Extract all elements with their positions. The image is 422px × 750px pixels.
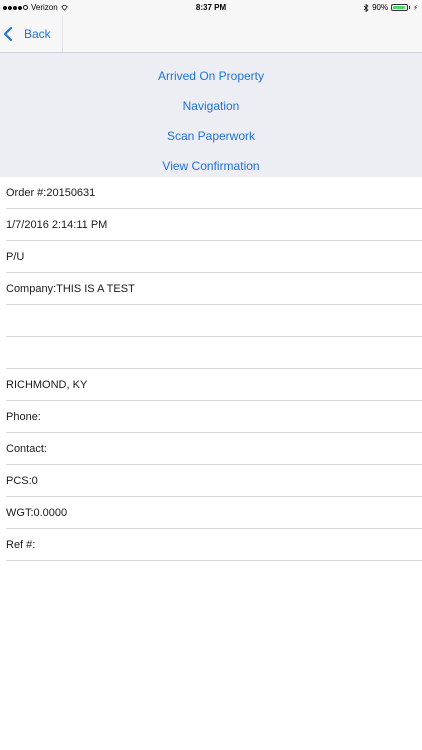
scan-paperwork-button[interactable]: Scan Paperwork [0, 129, 422, 143]
pieces-row: PCS:0 [6, 465, 422, 497]
view-confirmation-button[interactable]: View Confirmation [0, 159, 422, 173]
datetime-row: 1/7/2016 2:14:11 PM [6, 209, 422, 241]
chevron-left-icon [4, 27, 12, 41]
battery-percent: 90% [372, 3, 389, 12]
contact-row: Contact: [6, 433, 422, 465]
battery-icon [391, 4, 409, 11]
city-state-row: RICHMOND, KY [6, 369, 422, 401]
order-details-list: Order #:20150631 1/7/2016 2:14:11 PM P/U… [6, 177, 422, 561]
navigation-bar: Back [0, 16, 422, 53]
back-button[interactable]: Back [0, 16, 63, 52]
arrived-on-property-button[interactable]: Arrived On Property [0, 69, 422, 83]
pickup-type-row: P/U [6, 241, 422, 273]
battery-level-fill [393, 6, 405, 9]
navigation-button[interactable]: Navigation [0, 99, 422, 113]
address-line-2-row [6, 337, 422, 369]
company-row: Company:THIS IS A TEST [6, 273, 422, 305]
battery-tip [409, 6, 411, 9]
status-bar: Verizon 8:37 PM 90% ⚡ [0, 0, 422, 16]
back-button-label: Back [24, 27, 51, 41]
phone-row: Phone: [6, 401, 422, 433]
weight-row: WGT:0.0000 [6, 497, 422, 529]
order-number-row: Order #:20150631 [6, 177, 422, 209]
charging-icon: ⚡ [413, 4, 418, 12]
address-line-1-row [6, 305, 422, 337]
reference-number-row: Ref #: [6, 529, 422, 561]
clock: 8:37 PM [195, 3, 227, 12]
status-right: 90% ⚡ [363, 3, 418, 12]
action-panel: Arrived On Property Navigation Scan Pape… [0, 53, 422, 177]
bluetooth-icon [363, 3, 369, 12]
